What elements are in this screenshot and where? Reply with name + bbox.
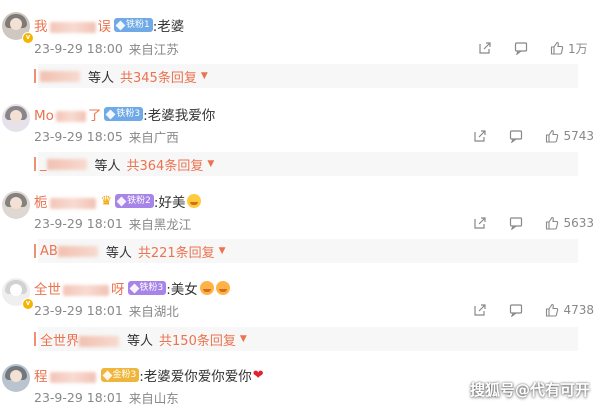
share-icon[interactable]: [473, 303, 487, 317]
comment-meta: 23-9-29 18:01 来自黑龙江: [34, 214, 191, 232]
user-name[interactable]: 栀: [34, 191, 98, 211]
like-button[interactable]: 4738: [545, 303, 594, 317]
like-count: 4738: [563, 303, 594, 317]
comment-meta: 23-9-29 18:01 来自山东: [34, 388, 179, 406]
fan-badge: 铁粉3: [127, 281, 167, 295]
fan-badge: 铁粉2: [115, 194, 154, 208]
comment-header: 程 金粉3 :老婆爱你爱你爱你 ❤: [34, 365, 264, 386]
reply-count-link[interactable]: 共221条回复: [138, 242, 215, 261]
share-icon[interactable]: [473, 216, 487, 230]
user-name[interactable]: 我误: [34, 15, 111, 35]
comment-icon[interactable]: [514, 41, 528, 55]
comment-icon[interactable]: [509, 216, 523, 230]
comment-meta: 23-9-29 18:00 来自江苏: [34, 39, 179, 57]
comment-header: 栀 ♛ 铁粉2 :好美: [34, 191, 202, 211]
comment-header: 我误 铁粉1 :老婆: [34, 15, 184, 35]
replies-preview[interactable]: _ 等人 共364条回复 ▼: [34, 152, 578, 176]
comment-icon[interactable]: [509, 303, 523, 317]
comment-actions: 5743: [473, 127, 594, 145]
replies-preview[interactable]: 全世界 等人 共150条回复 ▼: [34, 327, 578, 351]
like-button[interactable]: 5633: [545, 216, 594, 230]
thumb-up-icon: [550, 41, 564, 55]
avatar[interactable]: [2, 104, 30, 132]
like-button[interactable]: 5743: [545, 129, 594, 143]
share-icon[interactable]: [473, 129, 487, 143]
user-name[interactable]: 全世呀: [34, 278, 125, 298]
comment-actions: 4738: [473, 301, 594, 319]
heart-eyes-emoji-icon: [199, 281, 214, 295]
thumb-up-icon: [546, 216, 559, 230]
comment-location: 来自广西: [128, 129, 179, 145]
comment-text: :老婆爱你爱你爱你: [139, 369, 252, 385]
gem-icon: [115, 20, 126, 30]
like-count: 5633: [563, 216, 594, 230]
avatar[interactable]: [2, 364, 30, 392]
thumb-up-icon: [546, 303, 559, 317]
reply-user[interactable]: [40, 69, 82, 84]
comment-location: 来自黑龙江: [128, 216, 192, 232]
fan-badge: 铁粉1: [114, 18, 153, 32]
fan-badge: 铁粉3: [104, 107, 144, 121]
reply-user[interactable]: _: [40, 157, 89, 172]
thumb-up-icon: [546, 129, 559, 143]
comment-location: 来自湖北: [128, 303, 179, 319]
fan-badge: 金粉3: [100, 368, 140, 382]
comment-header: 全世呀 铁粉3 :美女: [34, 278, 230, 298]
replies-preview[interactable]: AB 等人 共221条回复 ▼: [34, 239, 578, 263]
reply-count-link[interactable]: 共150条回复: [159, 330, 236, 349]
comment-text: :美女: [166, 282, 198, 298]
comment-header: Mo 了 铁粉3 :老婆我爱你: [34, 104, 215, 124]
gem-icon: [129, 283, 139, 293]
comment-meta: 23-9-29 18:01 来自湖北: [34, 301, 179, 319]
like-count: 5743: [563, 129, 594, 143]
avatar[interactable]: [2, 191, 30, 219]
reply-user[interactable]: 全世界: [40, 330, 121, 349]
verified-badge-icon: v: [22, 298, 34, 310]
expand-caret-icon[interactable]: ▼: [207, 159, 214, 169]
comment-icon[interactable]: [509, 129, 523, 143]
gem-icon: [116, 196, 127, 206]
replies-preview[interactable]: 等人 共345条回复 ▼: [34, 64, 578, 88]
gem-icon: [105, 109, 116, 119]
comment-actions: 5633: [473, 214, 594, 232]
heart-eyes-emoji-icon: [215, 281, 230, 295]
reply-count-link[interactable]: 共364条回复: [127, 155, 204, 174]
expand-caret-icon[interactable]: ▼: [201, 71, 208, 81]
like-count: 1万: [568, 41, 588, 56]
comment-location: 来自江苏: [128, 41, 179, 57]
comment-location: 来自山东: [128, 390, 179, 406]
comment-date: 23-9-29 18:00: [34, 40, 123, 56]
smile-emoji-icon: [187, 194, 202, 208]
user-name[interactable]: Mo 了: [34, 104, 101, 124]
comment-date: 23-9-29 18:01: [34, 302, 123, 318]
expand-caret-icon[interactable]: ▼: [240, 334, 247, 344]
comment-date: 23-9-29 18:05: [34, 128, 123, 144]
watermark: 搜狐号@代有可开: [469, 381, 590, 399]
comment-text: :好美: [153, 195, 186, 211]
user-name[interactable]: 程: [34, 365, 98, 385]
comment-date: 23-9-29 18:01: [34, 215, 123, 231]
verified-badge-icon: v: [22, 32, 34, 44]
share-icon[interactable]: [478, 41, 492, 55]
gem-icon: [102, 370, 112, 380]
reply-count-link[interactable]: 共345条回复: [120, 67, 197, 86]
heart-icon: ❤: [252, 367, 264, 383]
comment-date: 23-9-29 18:01: [34, 389, 123, 405]
comment-text: :老婆我爱你: [143, 108, 216, 124]
comment-text: :老婆: [152, 19, 185, 35]
like-button[interactable]: 1万: [550, 40, 594, 57]
comment-actions: 1万: [478, 39, 594, 57]
expand-caret-icon[interactable]: ▼: [219, 246, 226, 256]
comment-meta: 23-9-29 18:05 来自广西: [34, 127, 179, 145]
crown-icon: ♛: [100, 193, 113, 209]
reply-user[interactable]: AB: [40, 244, 100, 259]
